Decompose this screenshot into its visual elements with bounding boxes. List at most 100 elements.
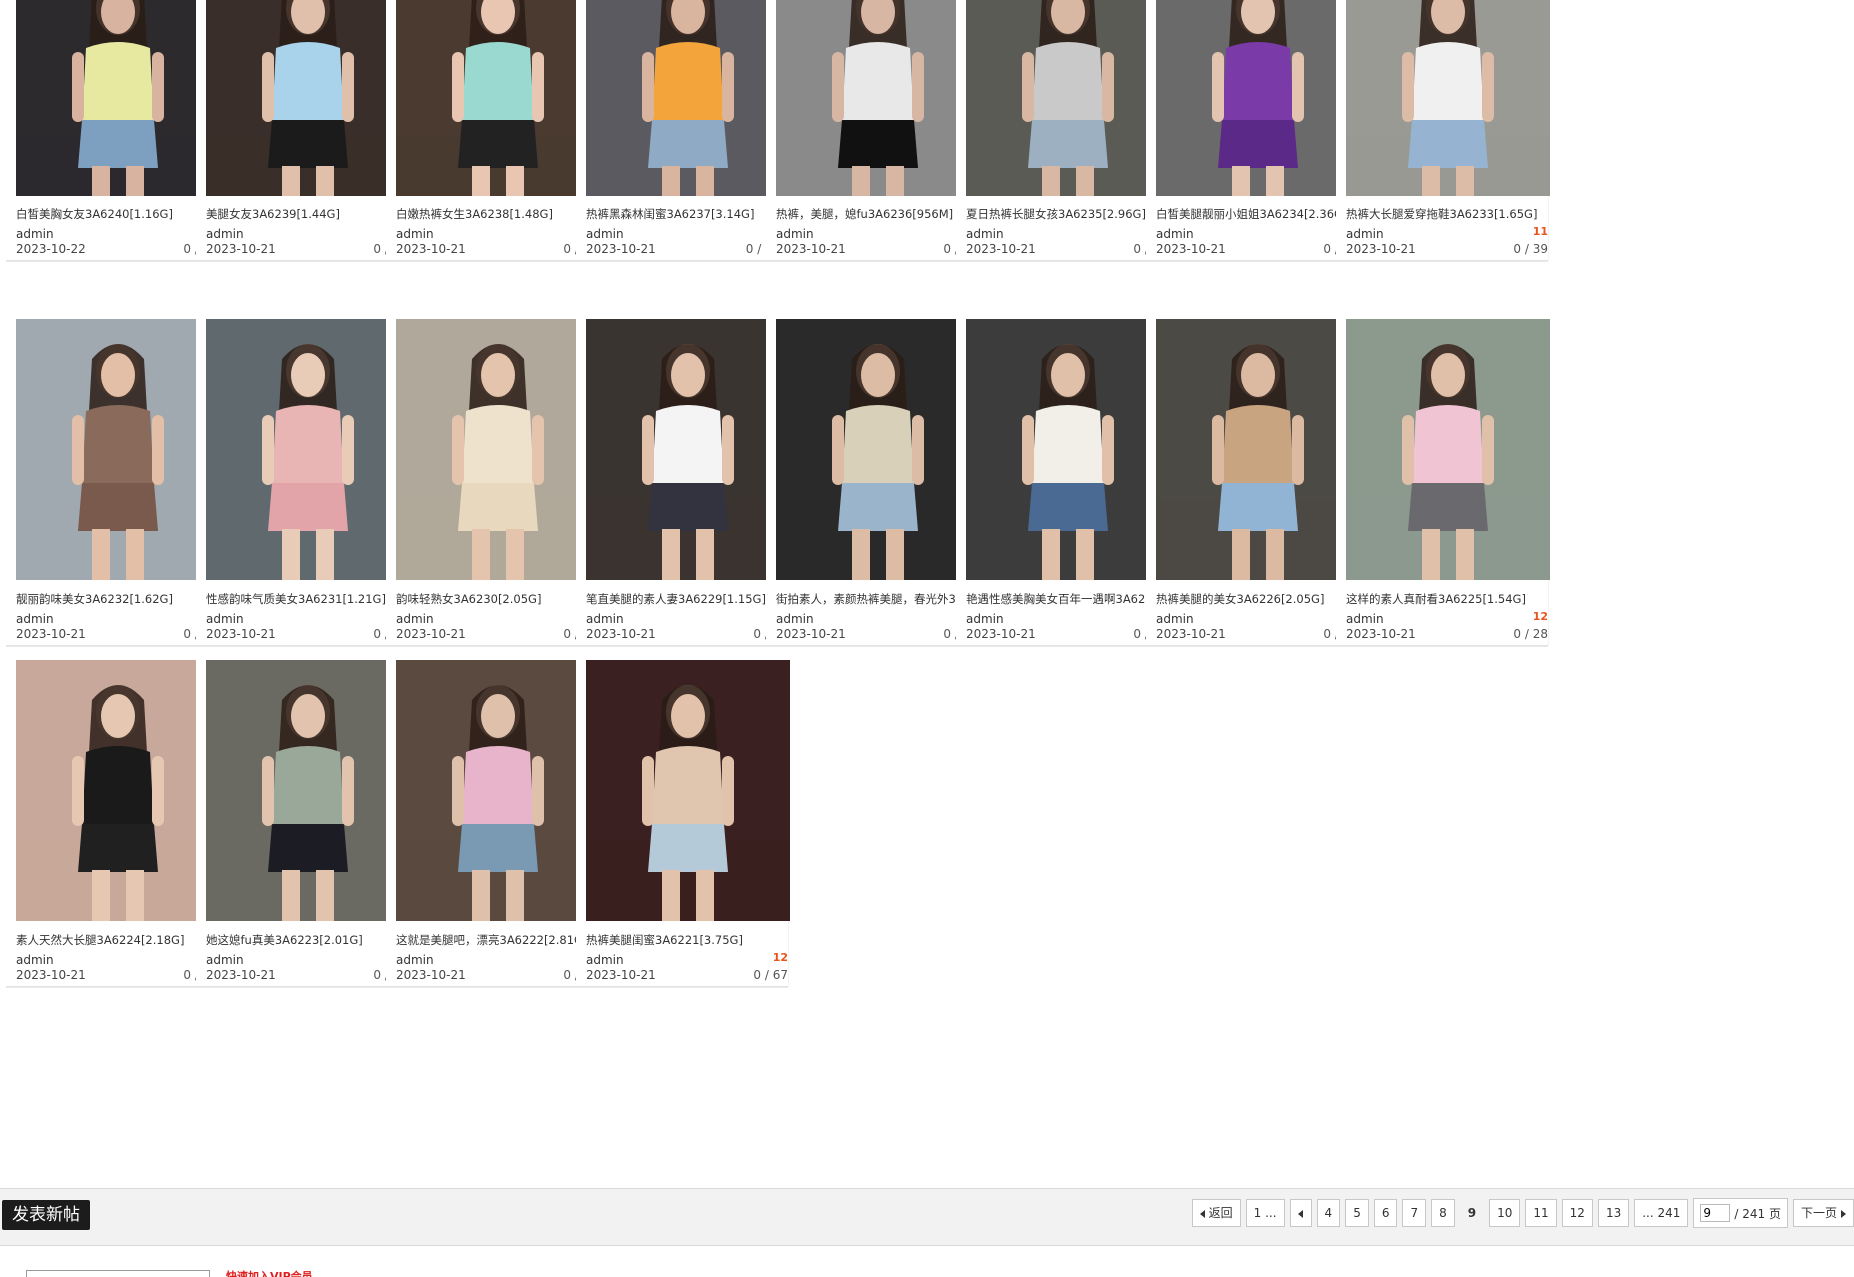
thread-title[interactable]: 白嫩热裤女生3A6238[1.48G] xyxy=(396,206,600,222)
thread-title[interactable]: 热裤黑森林闺蜜3A6237[3.14G] xyxy=(586,206,790,222)
page-link[interactable]: 7 xyxy=(1402,1199,1427,1227)
page-link[interactable]: 8 xyxy=(1431,1199,1455,1227)
footer-notice[interactable]: 快速加入VIP会员 xyxy=(226,1268,313,1277)
page-link[interactable]: 6 xyxy=(1373,1199,1398,1227)
reply-count: 12 xyxy=(1532,610,1548,623)
thread-thumbnail[interactable] xyxy=(396,660,600,921)
thread-card[interactable]: 热裤，美腿，媳fu3A6236[956M]admin92023-10-210 /… xyxy=(766,0,980,261)
page-link[interactable]: 4 xyxy=(1316,1199,1341,1227)
current-page[interactable]: 9 xyxy=(1460,1199,1484,1227)
prev-arrow-button[interactable] xyxy=(1289,1199,1312,1227)
thread-thumbnail[interactable] xyxy=(776,0,980,196)
thread-thumbnail[interactable] xyxy=(966,0,1170,196)
thread-thumbnail[interactable] xyxy=(1346,319,1550,580)
prev-page-button[interactable]: 返回 xyxy=(1191,1199,1241,1227)
thread-author[interactable]: admin xyxy=(1346,612,1384,626)
thread-card[interactable]: 美腿女友3A6239[1.44G]admin112023-10-210 / 67 xyxy=(196,0,410,261)
thread-thumbnail[interactable] xyxy=(206,0,410,196)
thread-card[interactable]: 热裤黑森林闺蜜3A6237[3.14G]admin122023-10-210 /… xyxy=(576,0,790,261)
thread-card[interactable]: 韵味轻熟女3A6230[2.05G]admin122023-10-210 / 5… xyxy=(386,319,600,646)
thread-thumbnail[interactable] xyxy=(206,660,410,921)
thread-title[interactable]: 夏日热裤长腿女孩3A6235[2.96G] xyxy=(966,206,1170,222)
thread-title[interactable]: 韵味轻熟女3A6230[2.05G] xyxy=(396,591,600,607)
thread-card[interactable]: 热裤美腿闺蜜3A6221[3.75G] admin 12 2023-10-21 0 / … xyxy=(576,660,790,987)
thread-author[interactable]: admin xyxy=(776,227,814,241)
thread-card[interactable]: 性感韵味气质美女3A6231[1.21G]admin92023-10-210 /… xyxy=(196,319,410,646)
thread-title[interactable]: 她这媳fu真美3A6223[2.01G] xyxy=(206,932,410,948)
thread-card[interactable]: 靓丽韵味美女3A6232[1.62G]admin112023-10-210 / … xyxy=(6,319,220,646)
thread-author[interactable]: admin xyxy=(1156,227,1194,241)
thread-author[interactable]: admin xyxy=(206,612,244,626)
thread-card[interactable]: 她这媳fu真美3A6223[2.01G]admin112023-10-210 /… xyxy=(196,660,410,987)
thread-author[interactable]: admin xyxy=(966,612,1004,626)
thread-card[interactable]: 热裤美腿的美女3A6226[2.05G]admin102023-10-210 /… xyxy=(1146,319,1360,646)
thread-author[interactable]: admin xyxy=(966,227,1004,241)
page-link[interactable]: 10 xyxy=(1489,1199,1521,1227)
thread-title[interactable]: 热裤美腿闺蜜3A6221[3.75G] xyxy=(586,932,790,948)
thread-title[interactable]: 这样的素人真耐看3A6225[1.54G] xyxy=(1346,591,1550,607)
page-jump-input[interactable] xyxy=(1700,1204,1731,1222)
thread-title[interactable]: 这就是美腿吧，漂亮3A6222[2.81G] xyxy=(396,932,600,948)
thread-thumbnail[interactable] xyxy=(966,319,1170,580)
thread-author[interactable]: admin xyxy=(1156,612,1194,626)
thread-author[interactable]: admin xyxy=(16,953,54,967)
thread-author[interactable]: admin xyxy=(396,612,434,626)
thread-card[interactable]: 笔直美腿的素人妻3A6229[1.15G]admin112023-10-210 … xyxy=(576,319,790,646)
thread-thumbnail[interactable] xyxy=(1156,319,1360,580)
thread-card[interactable]: 这就是美腿吧，漂亮3A6222[2.81G]admin102023-10-210… xyxy=(386,660,600,987)
thread-author[interactable]: admin xyxy=(1346,227,1384,241)
thread-author[interactable]: admin xyxy=(396,227,434,241)
thread-thumbnail[interactable] xyxy=(586,0,790,196)
thread-author[interactable]: admin xyxy=(16,612,54,626)
thread-title[interactable]: 街拍素人，素颜热裤美腿，春光外3A6228... xyxy=(776,591,980,607)
page-link[interactable]: 5 xyxy=(1345,1199,1369,1227)
thread-thumbnail[interactable] xyxy=(586,319,790,580)
thread-title[interactable]: 热裤美腿的美女3A6226[2.05G] xyxy=(1156,591,1360,607)
thread-title[interactable]: 热裤大长腿爱穿拖鞋3A6233[1.65G] xyxy=(1346,206,1550,222)
thread-title[interactable]: 性感韵味气质美女3A6231[1.21G] xyxy=(206,591,410,607)
first-page-link[interactable]: 1 ... xyxy=(1245,1199,1285,1227)
thread-card[interactable]: 艳遇性感美胸美女百年一遇啊3A6227[2.21G]admin122023-10… xyxy=(956,319,1170,646)
thread-title[interactable]: 笔直美腿的素人妻3A6229[1.15G] xyxy=(586,591,790,607)
thread-title[interactable]: 素人天然大长腿3A6224[2.18G] xyxy=(16,932,220,948)
last-page-link[interactable]: ... 241 xyxy=(1634,1199,1689,1227)
thread-author[interactable]: admin xyxy=(16,227,54,241)
thread-title[interactable]: 靓丽韵味美女3A6232[1.62G] xyxy=(16,591,220,607)
thread-title[interactable]: 白皙美腿靓丽小姐姐3A6234[2.36G] xyxy=(1156,206,1360,222)
thread-author[interactable]: admin xyxy=(586,227,624,241)
thread-thumbnail[interactable] xyxy=(396,319,600,580)
thread-author[interactable]: admin xyxy=(586,612,624,626)
thread-thumbnail[interactable] xyxy=(776,319,980,580)
thread-card[interactable]: 夏日热裤长腿女孩3A6235[2.96G]admin132023-10-210 … xyxy=(956,0,1170,261)
thread-card[interactable]: 街拍素人，素颜热裤美腿，春光外3A6228...admin102023-10-2… xyxy=(766,319,980,646)
page-link[interactable]: 13 xyxy=(1597,1199,1630,1227)
thread-thumbnail[interactable] xyxy=(206,319,410,580)
next-page-button[interactable]: 下一页 xyxy=(1792,1199,1854,1227)
thread-author[interactable]: admin xyxy=(396,953,434,967)
thread-card[interactable]: 素人天然大长腿3A6224[2.18G]admin102023-10-210 /… xyxy=(6,660,220,987)
thread-thumbnail[interactable] xyxy=(16,660,220,921)
thread-author[interactable]: admin xyxy=(586,953,624,967)
new-post-button[interactable]: 发表新帖 xyxy=(2,1200,90,1230)
page-link[interactable]: 11 xyxy=(1525,1199,1557,1227)
thread-thumbnail[interactable] xyxy=(396,0,600,196)
thread-thumbnail[interactable] xyxy=(16,319,220,580)
thread-card[interactable]: 白嫩热裤女生3A6238[1.48G]admin122023-10-210 / … xyxy=(386,0,600,261)
thread-date: 2023-10-21 xyxy=(586,968,656,982)
thread-card[interactable]: 这样的素人真耐看3A6225[1.54G] admin 12 2023-10-21 0 … xyxy=(1336,319,1550,646)
thread-card[interactable]: 热裤大长腿爱穿拖鞋3A6233[1.65G] admin 11 2023-10-21 0… xyxy=(1336,0,1550,261)
thread-thumbnail[interactable] xyxy=(1346,0,1550,196)
thread-title[interactable]: 艳遇性感美胸美女百年一遇啊3A6227[2.21G] xyxy=(966,591,1170,607)
thread-title[interactable]: 热裤，美腿，媳fu3A6236[956M] xyxy=(776,206,980,222)
thread-thumbnail[interactable] xyxy=(16,0,220,196)
thread-card[interactable]: 白皙美腿靓丽小姐姐3A6234[2.36G]admin92023-10-210 … xyxy=(1146,0,1360,261)
thread-author[interactable]: admin xyxy=(206,953,244,967)
thread-title[interactable]: 美腿女友3A6239[1.44G] xyxy=(206,206,410,222)
page-link[interactable]: 12 xyxy=(1561,1199,1593,1227)
thread-title[interactable]: 白皙美胸女友3A6240[1.16G] xyxy=(16,206,220,222)
thread-author[interactable]: admin xyxy=(206,227,244,241)
thread-thumbnail[interactable] xyxy=(1156,0,1360,196)
thread-thumbnail[interactable] xyxy=(586,660,790,921)
thread-card[interactable]: 白皙美胸女友3A6240[1.16G]admin112023-10-220 / … xyxy=(6,0,220,261)
thread-author[interactable]: admin xyxy=(776,612,814,626)
